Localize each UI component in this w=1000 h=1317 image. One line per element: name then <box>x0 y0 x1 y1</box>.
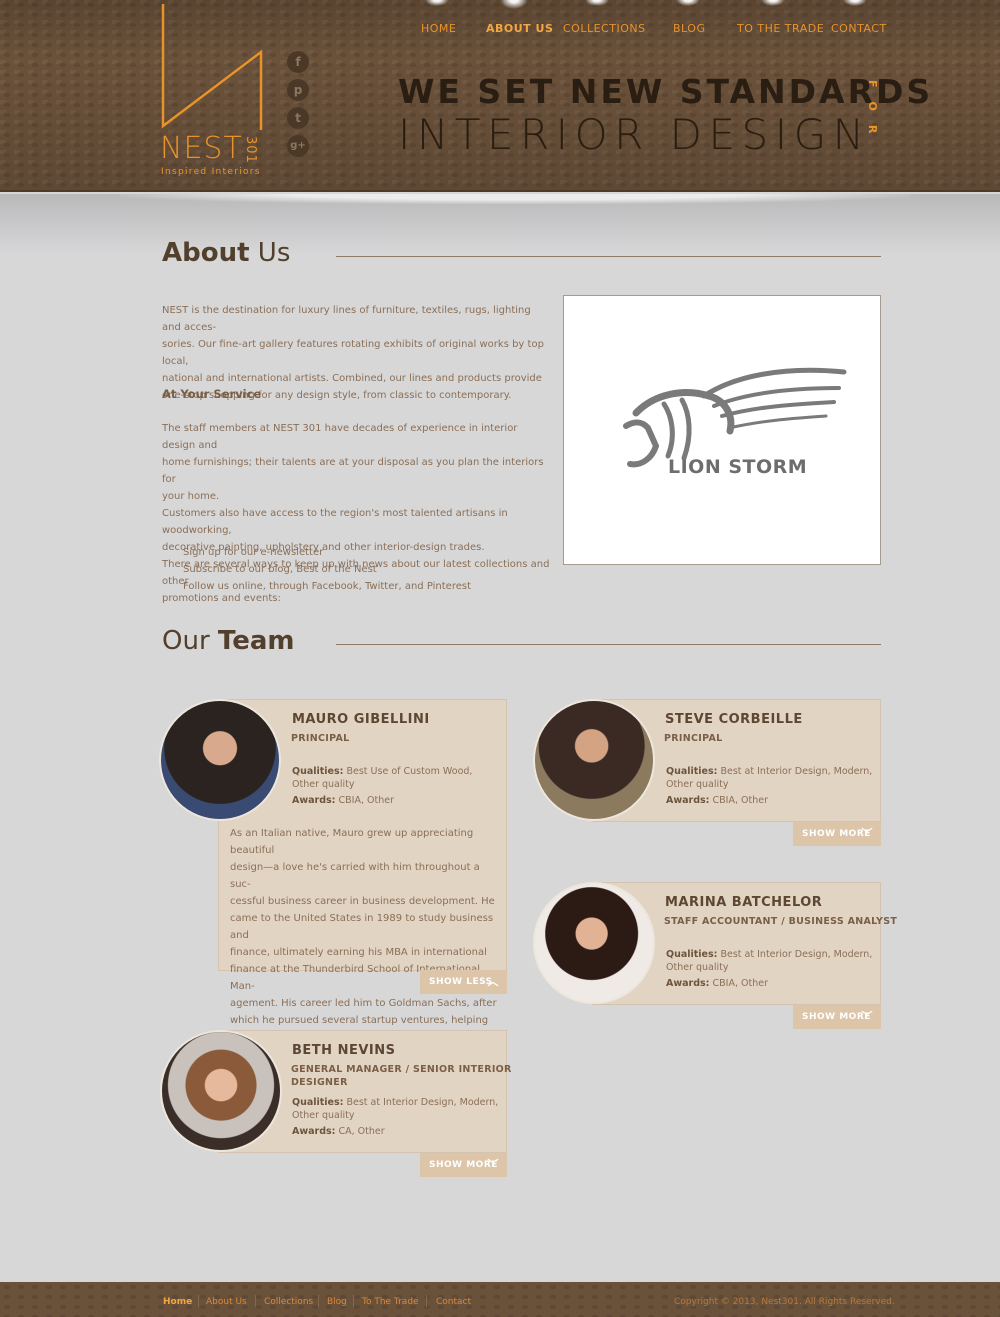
member-role-cont: DESIGNER <box>291 1077 348 1088</box>
service-text: The staff members at NEST 301 have decad… <box>162 423 550 604</box>
footer-divider <box>426 1295 427 1307</box>
nav-lamp <box>761 0 785 6</box>
nav-collections[interactable]: COLLECTIONS <box>563 22 646 35</box>
show-more-button[interactable]: SHOW MORE ﹀ <box>793 822 881 846</box>
avatar <box>533 699 655 821</box>
team-title-rule <box>336 644 881 645</box>
member-qualities: Qualities: Best Use of Custom Wood, <box>292 766 473 777</box>
logo-tagline: Inspired Interiors <box>161 167 261 177</box>
list-item: Sign up for our e-newsletter <box>183 547 324 558</box>
nav-to-the-trade[interactable]: TO THE TRADE <box>737 22 824 35</box>
footer-divider <box>353 1295 354 1307</box>
facebook-icon[interactable]: f <box>287 51 309 73</box>
about-title: About Us <box>162 238 291 268</box>
nav-lamp <box>585 0 609 6</box>
show-less-button[interactable]: SHOW LESS ︿ <box>420 970 507 994</box>
chevron-down-icon: ﹀ <box>487 1158 499 1171</box>
hero-headline: WE SET NEW STANDARDS <box>398 72 934 111</box>
member-awards: Awards: CBIA, Other <box>292 795 394 806</box>
footer-divider <box>255 1295 256 1307</box>
list-item: Follow us online, through Facebook, Twit… <box>183 581 471 592</box>
member-awards: Awards: CBIA, Other <box>666 978 768 989</box>
image-caption: LION STORM <box>668 456 808 478</box>
logo-wordmark[interactable]: NEST <box>160 132 243 166</box>
header-highlight <box>120 194 910 204</box>
about-image: LION STORM <box>563 295 881 565</box>
footer-divider <box>198 1295 199 1307</box>
show-more-button[interactable]: SHOW MORE ﹀ <box>793 1005 881 1029</box>
member-name: MAURO GIBELLINI <box>292 712 430 727</box>
chevron-down-icon: ﹀ <box>861 827 873 840</box>
member-name: MARINA BATCHELOR <box>665 895 823 910</box>
footer-link-to-the-trade[interactable]: To The Trade <box>362 1297 419 1307</box>
member-qualities-cont: Other quality <box>666 779 729 790</box>
avatar <box>159 699 281 821</box>
nav-blog[interactable]: BLOG <box>673 22 705 35</box>
service-heading: At Your Service <box>162 387 262 401</box>
member-role: PRINCIPAL <box>291 733 350 744</box>
nav-lamp <box>843 0 867 6</box>
footer-link-home[interactable]: Home <box>163 1297 192 1307</box>
member-qualities-cont: Other quality <box>666 962 729 973</box>
footer-link-contact[interactable]: Contact <box>436 1297 471 1307</box>
member-awards: Awards: CBIA, Other <box>666 795 768 806</box>
member-role: STAFF ACCOUNTANT / BUSINESS ANALYST <box>664 916 898 927</box>
member-name: STEVE CORBEILLE <box>665 712 803 727</box>
nav-home[interactable]: HOME <box>421 22 456 35</box>
member-awards: Awards: CA, Other <box>292 1126 385 1137</box>
footer-divider <box>318 1295 319 1307</box>
member-role: GENERAL MANAGER / SENIOR INTERIOR <box>291 1064 512 1075</box>
google-plus-icon[interactable]: g+ <box>287 135 309 157</box>
chevron-up-icon: ︿ <box>487 975 499 988</box>
about-title-rule <box>336 256 881 257</box>
member-name: BETH NEVINS <box>292 1043 396 1058</box>
chevron-down-icon: ﹀ <box>861 1010 873 1023</box>
nav-about-us[interactable]: ABOUT US <box>486 22 553 35</box>
show-more-button[interactable]: SHOW MORE ﹀ <box>420 1153 507 1177</box>
hero-subheadline: INTERIOR DESIGN <box>398 110 871 159</box>
nav-lamp <box>676 0 700 6</box>
footer-copyright: Copyright © 2013, Nest301. All Rights Re… <box>674 1297 895 1307</box>
nav-contact[interactable]: CONTACT <box>831 22 887 35</box>
logo-number: 301 <box>243 136 258 164</box>
footer-link-blog[interactable]: Blog <box>327 1297 347 1307</box>
member-qualities: Qualities: Best at Interior Design, Mode… <box>666 766 873 777</box>
nav-lamp <box>425 0 449 6</box>
avatar <box>533 882 655 1004</box>
member-role: PRINCIPAL <box>664 733 723 744</box>
twitter-icon[interactable]: t <box>287 107 309 129</box>
member-qualities-cont: Other quality <box>292 779 355 790</box>
footer-link-collections[interactable]: Collections <box>264 1297 313 1307</box>
team-title: Our Team <box>162 626 295 656</box>
member-bio: As an Italian native, Mauro grew up appr… <box>230 828 497 1043</box>
member-qualities: Qualities: Best at Interior Design, Mode… <box>292 1097 499 1108</box>
lion-logo-icon <box>623 367 847 468</box>
member-qualities: Qualities: Best at Interior Design, Mode… <box>666 949 873 960</box>
list-item: Subscribe to our blog, Best of the Nest <box>183 564 377 575</box>
footer-link-about-us[interactable]: About Us <box>206 1297 247 1307</box>
avatar <box>160 1030 282 1152</box>
pinterest-icon[interactable]: p <box>287 79 309 101</box>
member-qualities-cont: Other quality <box>292 1110 355 1121</box>
